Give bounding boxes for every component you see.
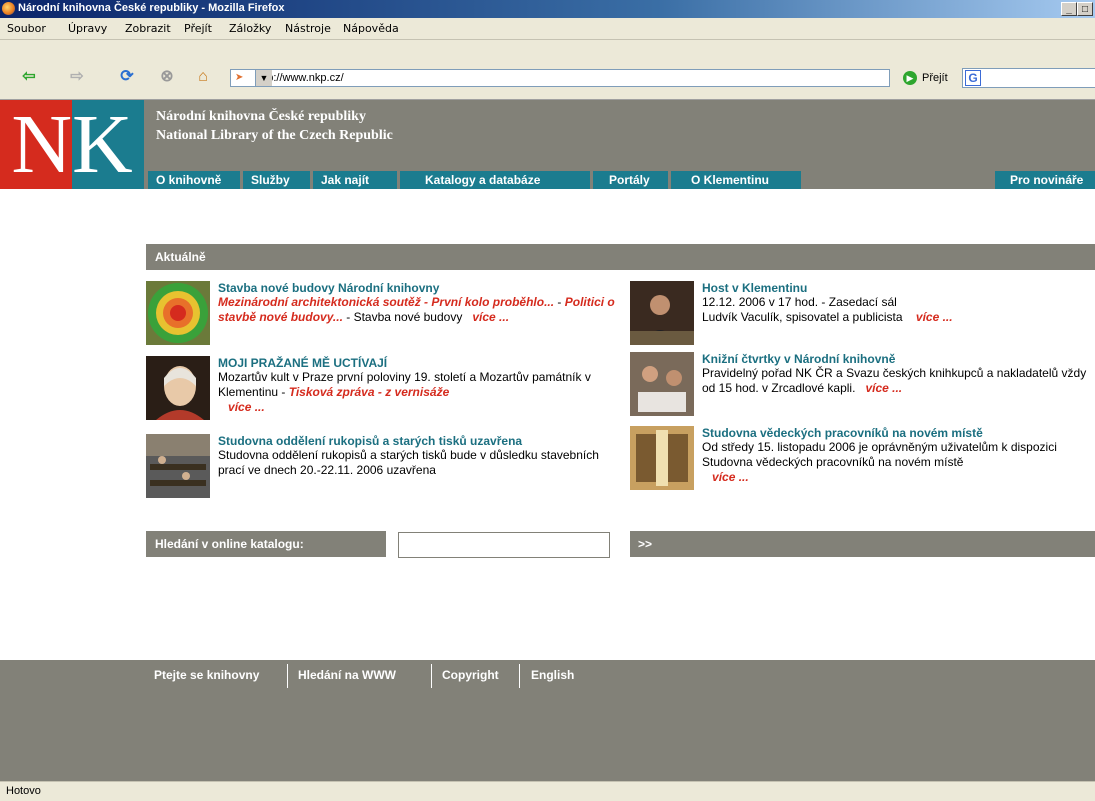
search-input[interactable]: G xyxy=(962,68,1095,88)
catalog-submit-button[interactable]: >> xyxy=(638,537,652,551)
menu-prejit[interactable]: Přejít xyxy=(184,22,212,35)
catalog-search-label: Hledání v online katalogu: xyxy=(155,537,304,551)
link-separator: - xyxy=(420,295,432,309)
back-icon[interactable]: ⇦ xyxy=(18,66,40,88)
news-section-header: Aktuálně xyxy=(146,244,1095,270)
footer-link-copyright[interactable]: Copyright xyxy=(442,668,499,682)
news-text: 12.12. 2006 v 17 hod. - Zasedací sál xyxy=(702,295,897,309)
logo-k[interactable]: K xyxy=(72,100,144,189)
nav-pro-novinare[interactable]: Pro novináře xyxy=(995,171,1095,189)
home-icon[interactable]: ⌂ xyxy=(192,66,214,88)
news-body: Mozartův kult v Praze první poloviny 19.… xyxy=(218,370,618,415)
url-input[interactable]: ➤ http://www.nkp.cz/ ▼ xyxy=(230,69,890,87)
logo-n[interactable]: N xyxy=(0,100,72,189)
reload-icon[interactable]: ⟳ xyxy=(116,66,138,88)
status-bar: Hotovo xyxy=(0,781,1095,801)
news-item: Studovna vědeckých pracovníků na novém m… xyxy=(630,426,1090,490)
menu-upravy[interactable]: Úpravy xyxy=(68,22,107,35)
mozart-portrait-thumbnail[interactable] xyxy=(146,356,210,420)
more-link[interactable]: více ... xyxy=(472,310,509,324)
firefox-icon xyxy=(2,2,15,15)
stop-icon[interactable]: ⊗ xyxy=(156,66,178,88)
footer-link-english[interactable]: English xyxy=(531,668,574,682)
minimize-button[interactable]: _ xyxy=(1061,2,1077,16)
news-body: Studovna oddělení rukopisů a starých tis… xyxy=(218,448,599,477)
reading-room-thumbnail[interactable] xyxy=(146,434,210,498)
menu-zalozky[interactable]: Záložky xyxy=(229,22,271,35)
footer-link-ask[interactable]: Ptejte se knihovny xyxy=(154,668,259,682)
news-link[interactable]: Tisková zpráva xyxy=(289,385,375,399)
more-link[interactable]: více ... xyxy=(865,381,902,395)
status-text: Hotovo xyxy=(6,785,41,797)
maximize-button[interactable]: □ xyxy=(1077,2,1093,16)
news-link[interactable]: Mezinárodní architektonická soutěž xyxy=(218,295,421,309)
news-title[interactable]: MOJI PRAŽANÉ MĚ UCTÍVAJÍ xyxy=(218,356,387,370)
link-separator: - xyxy=(374,385,386,399)
news-body: Pravidelný pořad NK ČR a Svazu českých k… xyxy=(702,366,1092,396)
more-link[interactable]: více ... xyxy=(228,400,265,414)
link-separator: - xyxy=(554,295,565,309)
catalog-submit-bar[interactable]: >> xyxy=(630,531,1095,557)
menu-bar: Soubor Úpravy Zobrazit Přejít Záložky Ná… xyxy=(0,18,1095,40)
target-diagram-thumbnail[interactable] xyxy=(146,281,210,345)
menu-napoveda[interactable]: Nápověda xyxy=(343,22,399,35)
site-name-en: National Library of the Czech Republic xyxy=(156,128,393,143)
forward-icon[interactable]: ⇨ xyxy=(66,66,88,88)
news-link[interactable]: První kolo proběhlo... xyxy=(431,295,554,309)
nav-jak-najit[interactable]: Jak najít xyxy=(313,171,397,189)
catalog-search-bar: Hledání v online katalogu: xyxy=(146,531,386,557)
site-footer: Ptejte se knihovny Hledání na WWW Copyri… xyxy=(0,660,1095,781)
news-text: - Stavba nové budovy xyxy=(342,310,463,324)
footer-separator xyxy=(287,664,288,688)
news-text: Ludvík Vaculík, spisovatel a publicista xyxy=(702,310,903,324)
news-body: 12.12. 2006 v 17 hod. - Zasedací sál Lud… xyxy=(702,295,1092,325)
menu-zobrazit[interactable]: Zobrazit xyxy=(125,22,171,35)
page-favicon: ➤ xyxy=(235,72,244,83)
news-item: Studovna oddělení rukopisů a starých tis… xyxy=(146,434,616,504)
navigation-toolbar: ⇦ ⇨ ⟳ ⊗ ⌂ ➤ http://www.nkp.cz/ ▼ ▶ Přejí… xyxy=(0,40,1095,100)
nav-katalogy[interactable]: Katalogy a databáze xyxy=(400,171,590,189)
nav-sluzby[interactable]: Služby xyxy=(243,171,310,189)
news-title[interactable]: Studovna oddělení rukopisů a starých tis… xyxy=(218,434,522,448)
menu-nastroje[interactable]: Nástroje xyxy=(285,22,331,35)
news-title[interactable]: Stavba nové budovy Národní knihovny xyxy=(218,281,439,295)
google-search-icon: G xyxy=(965,70,981,86)
catalog-search-input[interactable] xyxy=(398,532,610,558)
news-item: Stavba nové budovy Národní knihovny Mezi… xyxy=(146,281,616,351)
guest-photo-thumbnail[interactable] xyxy=(630,281,694,345)
go-icon[interactable]: ▶ xyxy=(903,71,917,85)
window-title: Národní knihovna České republiky - Mozil… xyxy=(18,2,285,14)
news-item: Knižní čtvrtky v Národní knihovně Pravid… xyxy=(630,352,1090,416)
news-body: Mezinárodní architektonická soutěž - Prv… xyxy=(218,295,618,325)
nav-portaly[interactable]: Portály xyxy=(593,171,668,189)
site-header: N K Národní knihovna České republiky Nat… xyxy=(0,100,1095,189)
book-event-thumbnail[interactable] xyxy=(630,352,694,416)
news-title[interactable]: Studovna vědeckých pracovníků na novém m… xyxy=(702,426,983,440)
url-dropdown-icon[interactable]: ▼ xyxy=(255,70,272,86)
site-name-cz: Národní knihovna České republiky xyxy=(156,109,366,124)
footer-link-web-search[interactable]: Hledání na WWW xyxy=(298,668,396,682)
nav-o-klementinu[interactable]: O Klementinu xyxy=(671,171,801,189)
menu-soubor[interactable]: Soubor xyxy=(7,22,46,35)
news-link[interactable]: z vernisáže xyxy=(385,385,449,399)
news-title[interactable]: Host v Klementinu xyxy=(702,281,807,295)
footer-separator xyxy=(519,664,520,688)
nav-o-knihovne[interactable]: O knihovně xyxy=(148,171,240,189)
more-link[interactable]: více ... xyxy=(712,470,749,484)
news-body: Od středy 15. listopadu 2006 je oprávněn… xyxy=(702,440,1092,485)
news-heading: Aktuálně xyxy=(155,250,206,264)
go-button-label[interactable]: Přejít xyxy=(922,72,948,84)
window-titlebar: Národní knihovna České republiky - Mozil… xyxy=(0,0,1095,18)
news-item: Host v Klementinu 12.12. 2006 v 17 hod. … xyxy=(630,281,1090,345)
more-link[interactable]: více ... xyxy=(916,310,953,324)
news-title[interactable]: Knižní čtvrtky v Národní knihovně xyxy=(702,352,895,366)
study-room-thumbnail[interactable] xyxy=(630,426,694,490)
news-text: Od středy 15. listopadu 2006 je oprávněn… xyxy=(702,440,1057,469)
news-item: MOJI PRAŽANÉ MĚ UCTÍVAJÍ Mozartův kult v… xyxy=(146,356,616,426)
footer-separator xyxy=(431,664,432,688)
